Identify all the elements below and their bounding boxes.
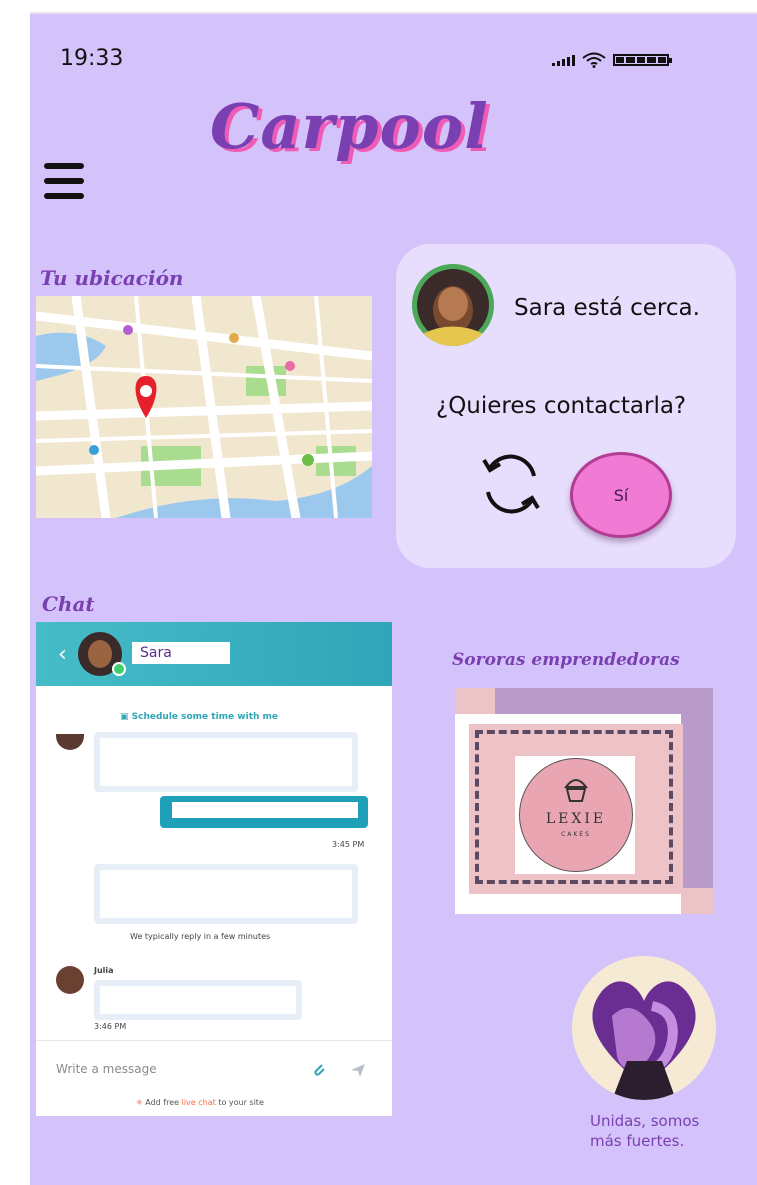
map-graphic	[36, 296, 372, 518]
brand-badge: LEXIE CAKES	[519, 758, 633, 872]
wifi-icon	[582, 52, 606, 68]
message-input[interactable]: Write a message	[56, 1062, 157, 1076]
yes-button[interactable]: Sí	[570, 452, 672, 538]
timestamp-2: 3:46 PM	[94, 1022, 127, 1031]
entrepreneurs-title: Sororas emprendedoras	[452, 650, 680, 670]
julia-avatar	[56, 966, 84, 994]
chat-message-bubble	[94, 980, 302, 1020]
status-icons	[552, 50, 712, 70]
chat-title: Chat	[42, 592, 95, 616]
chat-message-bubble	[94, 732, 358, 792]
refresh-icon[interactable]	[476, 446, 546, 522]
status-time: 19:33	[60, 46, 124, 71]
location-map[interactable]	[36, 296, 372, 518]
chat-window: ‹ Sara ▣ Schedule some time with me 3:45…	[36, 622, 392, 1116]
hamburger-menu-icon[interactable]	[44, 163, 84, 199]
back-chevron-icon[interactable]: ‹	[58, 642, 67, 667]
attachment-icon[interactable]	[312, 1062, 326, 1078]
chat-message-bubble	[94, 864, 358, 924]
live-chat-link[interactable]: live chat	[182, 1098, 216, 1107]
nearby-question: ¿Quieres contactarla?	[436, 393, 687, 419]
sara-avatar	[412, 264, 494, 346]
app-logo: Carpool	[210, 90, 489, 163]
lexie-cakes-image[interactable]: LEXIE CAKES	[455, 688, 713, 914]
sender-name: Julia	[94, 966, 114, 975]
reply-notice: We typically reply in a few minutes	[130, 932, 271, 941]
divider	[36, 1040, 392, 1041]
chat-contact-name: Sara	[132, 642, 230, 664]
community-image[interactable]	[572, 956, 716, 1100]
brand-name: LEXIE	[545, 811, 607, 827]
send-icon[interactable]	[350, 1062, 366, 1078]
battery-icon	[613, 54, 672, 66]
cupcake-icon	[564, 779, 588, 802]
timestamp-1: 3:45 PM	[332, 840, 365, 849]
agent-avatar	[56, 734, 84, 750]
brand-sub: CAKES	[561, 831, 591, 838]
nearby-message: Sara está cerca.	[514, 295, 700, 321]
location-title: Tu ubicación	[40, 266, 184, 290]
schedule-link[interactable]: ▣ Schedule some time with me	[120, 712, 278, 722]
community-caption: Unidas, somos más fuertes.	[590, 1112, 700, 1150]
chat-outgoing-bubble	[160, 796, 368, 828]
online-indicator	[112, 662, 126, 676]
chat-footer: ✳ Add free live chat to your site	[136, 1098, 264, 1107]
signal-icon	[552, 54, 575, 66]
